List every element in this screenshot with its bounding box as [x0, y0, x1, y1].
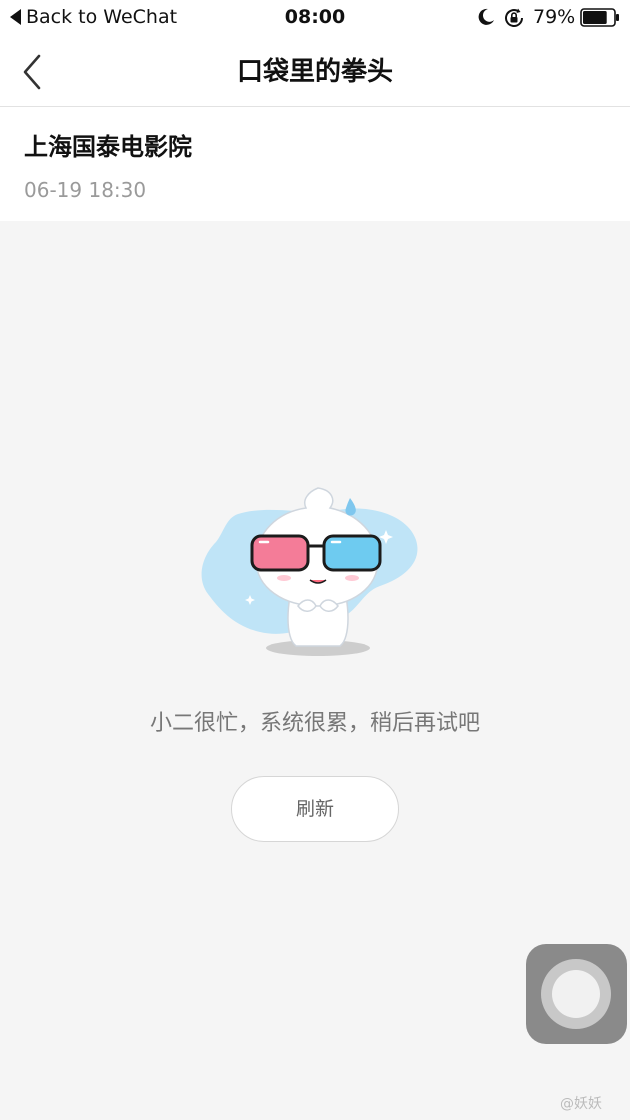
assistive-touch-core	[552, 970, 600, 1018]
cinema-info-card: 上海国泰电影院 06-19 18:30	[0, 107, 630, 221]
show-datetime: 06-19 18:30	[24, 178, 147, 202]
nav-bar: 口袋里的拳头	[0, 36, 630, 107]
watermark: @妖妖	[560, 1096, 602, 1112]
battery-percent: 79%	[533, 6, 576, 28]
moon-icon	[478, 8, 494, 25]
orientation-lock-icon	[505, 8, 524, 27]
mascot-with-3d-glasses-icon	[201, 487, 418, 656]
page-title: 口袋里的拳头	[236, 57, 393, 87]
error-message: 小二很忙，系统很累，稍后再试吧	[149, 711, 480, 736]
cinema-name: 上海国泰电影院	[24, 133, 192, 161]
refresh-button[interactable]: 刷新	[231, 776, 399, 842]
assistive-touch-ring	[541, 959, 611, 1029]
battery-icon	[580, 8, 619, 27]
status-bar: Back to WeChat 08:00 79%	[0, 0, 630, 36]
assistive-touch-button[interactable]	[526, 944, 627, 1044]
